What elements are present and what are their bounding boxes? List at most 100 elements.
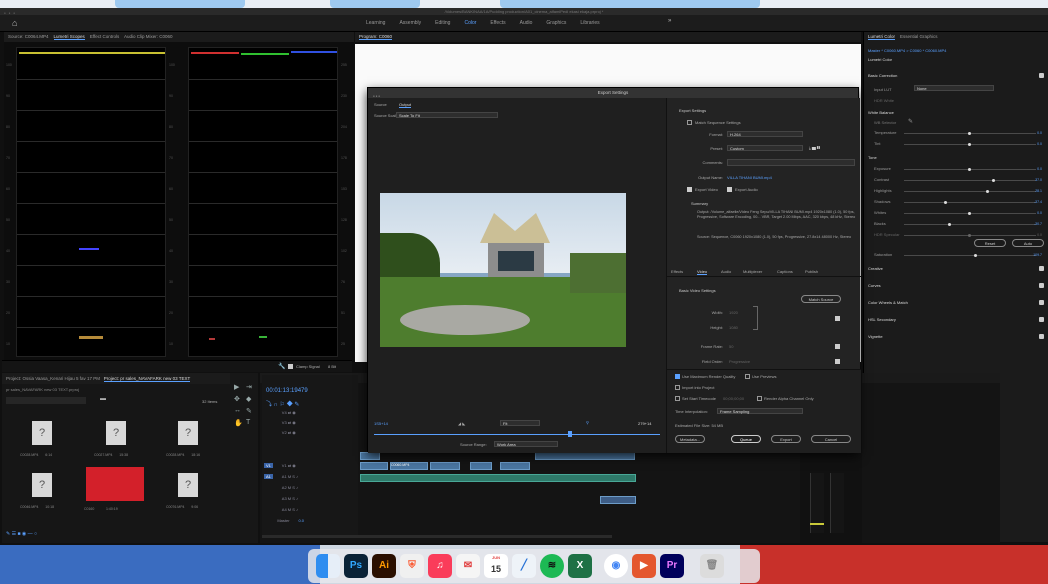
workspace-tab-editing[interactable]: Editing xyxy=(435,20,450,26)
pen-tool-icon[interactable]: ✎ xyxy=(246,407,252,415)
preset-dropdown[interactable]: Custom xyxy=(727,145,803,151)
track-a2[interactable]: A2 M S ♪ xyxy=(264,485,356,493)
import-project-checkbox[interactable] xyxy=(675,385,680,390)
track-a1[interactable]: A1 A1 M S ♪ xyxy=(264,474,356,482)
tab-source-preview[interactable]: Source xyxy=(374,102,387,107)
section-curves[interactable]: Curves xyxy=(868,283,881,288)
blacks-value[interactable]: -30.7 xyxy=(1034,222,1042,226)
section-creative[interactable]: Creative xyxy=(868,266,883,271)
reset-button[interactable]: Reset xyxy=(974,239,1006,247)
hdr-specular-value[interactable]: 0.0 xyxy=(1037,233,1042,237)
photoshop-icon[interactable]: Ps xyxy=(344,554,368,578)
contrast-value[interactable]: 37.0 xyxy=(1035,178,1042,182)
tab-source[interactable]: Source: C0064.MP4 xyxy=(8,34,49,39)
field-order-checkbox[interactable] xyxy=(835,359,840,364)
tab-captions[interactable]: Captions xyxy=(777,269,793,274)
frame-rate-value[interactable]: 50 xyxy=(729,344,733,349)
output-name-link[interactable]: VILLA TIHANI BUMI.mp4 xyxy=(727,175,772,180)
tint-value[interactable]: 0.0 xyxy=(1037,142,1042,146)
track-master[interactable]: Master 0.0 xyxy=(264,518,356,526)
bit-depth-label[interactable]: 8 Bit xyxy=(328,364,336,369)
export-settings-heading[interactable]: Export Settings xyxy=(679,108,706,113)
illustrator-icon[interactable]: Ai xyxy=(372,554,396,578)
timecode-in[interactable]: 1S5+14 xyxy=(374,421,388,426)
section-color-wheels[interactable]: Color Wheels & Match xyxy=(868,300,908,305)
finder-icon[interactable] xyxy=(316,554,340,578)
settings-icon[interactable]: ⚲ xyxy=(586,420,589,425)
ripple-edit-icon[interactable]: ✥ xyxy=(234,395,240,403)
input-lut-dropdown[interactable]: None xyxy=(914,85,994,91)
whites-slider[interactable] xyxy=(904,211,1036,215)
timeline-timecode[interactable]: 00:01:13:19479 xyxy=(266,388,308,394)
shadows-slider[interactable] xyxy=(904,200,1036,204)
tab-essential-graphics[interactable]: Essential Graphics xyxy=(900,34,938,39)
hdr-specular-slider[interactable] xyxy=(904,233,1036,237)
tab-audio-clip-mixer[interactable]: Audio Clip Mixer: C0060 xyxy=(124,34,173,39)
exposure-value[interactable]: 0.0 xyxy=(1037,167,1042,171)
home-icon[interactable]: ⌂ xyxy=(12,18,17,28)
trash-icon[interactable]: 🗑 xyxy=(700,554,724,578)
workspace-tab-assembly[interactable]: Assembly xyxy=(399,20,421,26)
white-balance-heading[interactable]: White Balance xyxy=(868,110,894,115)
tab-project-2[interactable]: Project: pr sales_NAVAFARK new 03 TEXT xyxy=(103,376,191,382)
audio-clip[interactable] xyxy=(360,474,636,482)
curves-checkbox[interactable] xyxy=(1039,283,1044,288)
contrast-slider[interactable] xyxy=(904,178,1036,182)
saturation-value[interactable]: 109.7 xyxy=(1033,253,1042,257)
tab-output-preview[interactable]: Output xyxy=(399,102,412,108)
project-item[interactable]: ? C0028.MP4 6:14 xyxy=(20,417,66,457)
temperature-slider[interactable] xyxy=(904,131,1036,135)
effect-name[interactable]: Lumetri Color xyxy=(868,57,892,62)
timeline-scrollbar[interactable] xyxy=(262,535,612,538)
tab-project-1[interactable]: Project: Ossia Vaasa_Kenari Hijau 5 fav … xyxy=(6,376,100,381)
video-clip[interactable] xyxy=(535,452,635,460)
width-value[interactable]: 1920 xyxy=(729,310,738,315)
project-item[interactable]: C0160 1:40:19 xyxy=(84,467,146,511)
fit-dropdown[interactable]: Fit xyxy=(500,420,540,426)
exposure-slider[interactable] xyxy=(904,167,1036,171)
match-source-button[interactable]: Match Source xyxy=(801,295,841,303)
tab-lumetri-scopes[interactable]: Lumetri Scopes xyxy=(53,34,85,40)
tab-effect-controls[interactable]: Effect Controls xyxy=(90,34,119,39)
section-basic-correction[interactable]: Basic Correction xyxy=(868,73,897,78)
time-interp-dropdown[interactable]: Frame Sampling xyxy=(717,408,803,414)
basic-correction-checkbox[interactable] xyxy=(1039,73,1044,78)
saturation-slider[interactable] xyxy=(904,253,1036,257)
project-item[interactable]: ? C0046.MP4 10:18 xyxy=(20,469,66,509)
shadows-value[interactable]: -37.4 xyxy=(1034,200,1042,204)
start-timecode[interactable]: 00;00;00;00 xyxy=(723,396,744,401)
clamp-signal-checkbox[interactable] xyxy=(288,364,293,369)
field-order-value[interactable]: Progressive xyxy=(729,359,750,364)
more-workspaces-icon[interactable]: » xyxy=(668,18,671,24)
tab-publish[interactable]: Publish xyxy=(805,269,818,274)
max-render-checkbox[interactable] xyxy=(675,374,680,379)
video-clip[interactable] xyxy=(470,462,492,470)
whites-value[interactable]: 0.0 xyxy=(1037,211,1042,215)
export-playhead[interactable] xyxy=(568,431,572,437)
track-select-icon[interactable]: ⇥ xyxy=(246,383,252,391)
calendar-icon[interactable]: JUN 15 xyxy=(484,554,508,578)
use-previews-checkbox[interactable] xyxy=(745,374,750,379)
pages-icon[interactable]: ╱ xyxy=(512,554,536,578)
tab-audio[interactable]: Audio xyxy=(721,269,731,274)
height-value[interactable]: 1080 xyxy=(729,325,738,330)
project-item[interactable]: ? C0076.MP4 9:06 xyxy=(166,469,212,509)
video-clip[interactable] xyxy=(600,496,636,504)
highlights-value[interactable]: 28.1 xyxy=(1035,189,1042,193)
chrome-icon[interactable]: ◉ xyxy=(604,554,628,578)
temperature-value[interactable]: 0.0 xyxy=(1037,131,1042,135)
highlights-slider[interactable] xyxy=(904,189,1036,193)
workspace-tab-audio[interactable]: Audio xyxy=(520,20,533,26)
section-hsl-secondary[interactable]: HSL Secondary xyxy=(868,317,896,322)
source-scaling-dropdown[interactable]: Scale To Fit xyxy=(396,112,498,118)
timecode-out[interactable]: 279+14 xyxy=(638,421,651,426)
timeline-tool-icons[interactable]: ⤵ ∩ ⚐ ◆ ✎ xyxy=(266,399,299,408)
track-a4[interactable]: A4 M S ♪ xyxy=(264,507,356,515)
source-range-dropdown[interactable]: Work Area xyxy=(494,441,558,447)
export-video-checkbox[interactable] xyxy=(687,187,692,192)
vignette-checkbox[interactable] xyxy=(1039,334,1044,339)
video-clip[interactable] xyxy=(360,462,388,470)
spotify-icon[interactable]: ≋ xyxy=(540,554,564,578)
video-clip[interactable] xyxy=(500,462,530,470)
export-button[interactable]: Export xyxy=(771,435,801,443)
